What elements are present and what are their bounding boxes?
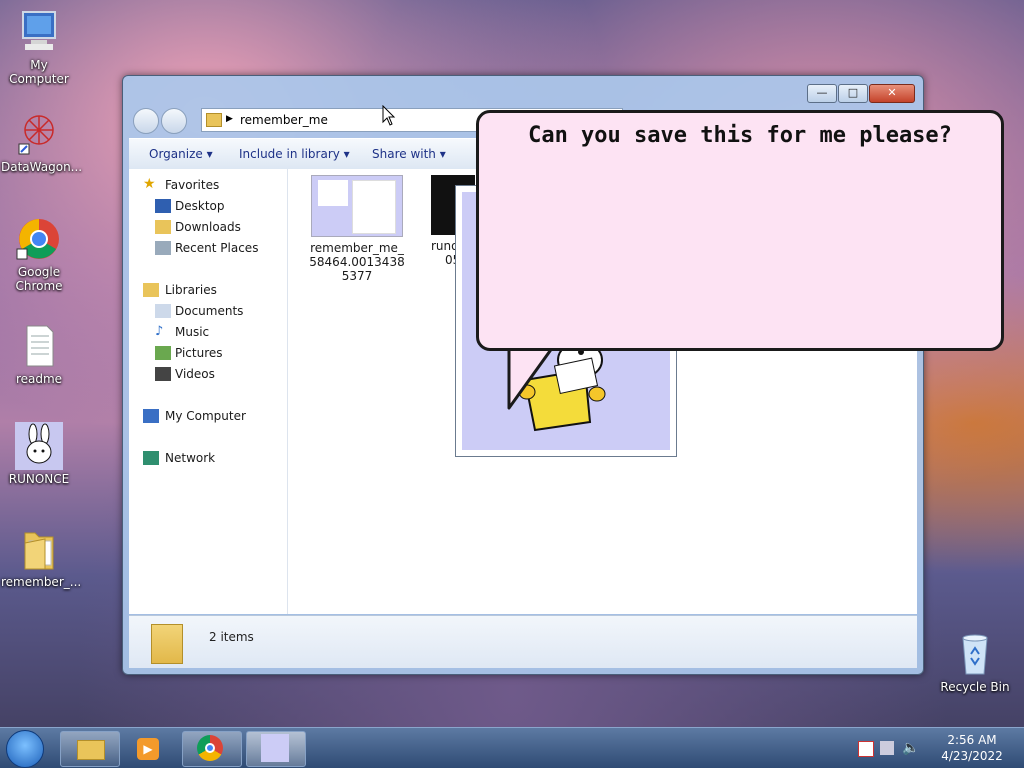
desktop-icon (155, 199, 171, 213)
image-thumbnail-icon (311, 175, 403, 237)
maximize-button[interactable]: □ (838, 84, 868, 103)
taskbar-media-player-button[interactable]: ▶ (120, 731, 180, 767)
address-text: remember_me (240, 113, 328, 127)
desktop-icon-label: readme (15, 372, 63, 386)
datawagon-icon (15, 110, 63, 158)
speech-bubble-text: Can you save this for me please? (528, 123, 952, 148)
computer-icon (15, 8, 63, 56)
documents-icon (155, 304, 171, 318)
star-icon: ★ (143, 176, 156, 192)
close-button[interactable]: ✕ (869, 84, 915, 103)
bunny-icon (15, 422, 63, 470)
share-with-button[interactable]: Share with ▾ (372, 147, 446, 161)
navigation-pane: ★ Favorites Desktop Downloads Recent Pla… (129, 169, 288, 614)
libraries-icon (143, 283, 159, 297)
action-center-icon[interactable] (858, 741, 874, 757)
minimize-button[interactable]: — (807, 84, 837, 103)
taskbar-explorer-button[interactable] (60, 731, 120, 767)
desktop-icon-runonce[interactable]: RUNONCE (1, 422, 77, 486)
back-button[interactable] (133, 108, 159, 134)
desktop-icon-label: My Computer (9, 58, 69, 86)
item-count: 2 items (209, 630, 254, 644)
folder-large-icon (151, 624, 183, 664)
computer-small-icon (143, 409, 159, 423)
pictures-icon (155, 346, 171, 360)
organize-button[interactable]: Organize ▾ (149, 147, 213, 161)
nav-downloads[interactable]: Downloads (175, 220, 241, 234)
folder-icon (77, 740, 105, 760)
nav-recent-places[interactable]: Recent Places (175, 241, 258, 255)
bunny-icon (261, 734, 289, 762)
mouse-cursor-icon (382, 104, 396, 130)
desktop-icon-datawagon[interactable]: DataWagon... (1, 110, 83, 174)
taskbar-chrome-button[interactable] (182, 731, 242, 767)
forward-button[interactable] (161, 108, 187, 134)
breadcrumb-chevron-icon: ▶ (226, 114, 233, 124)
clock-time[interactable]: 2:56 AM (936, 733, 1008, 747)
include-in-library-button[interactable]: Include in library ▾ (239, 147, 350, 161)
nav-videos[interactable]: Videos (175, 367, 215, 381)
nav-my-computer[interactable]: My Computer (165, 409, 246, 423)
taskbar-runonce-button[interactable] (246, 731, 306, 767)
desktop-icon-google-chrome[interactable]: Google Chrome (1, 215, 77, 293)
network-tray-icon[interactable] (880, 741, 894, 755)
desktop-icon-remember-me[interactable]: remember_... (1, 525, 82, 589)
music-icon: ♪ (155, 324, 164, 339)
folder-small-icon (206, 113, 222, 127)
nav-documents[interactable]: Documents (175, 304, 243, 318)
text-document-icon (15, 322, 63, 370)
nav-music[interactable]: Music (175, 325, 209, 339)
desktop-icon-recycle-bin[interactable]: Recycle Bin (937, 630, 1013, 694)
downloads-icon (155, 220, 171, 234)
file-item[interactable]: remember_me_58464.00134385377 (307, 175, 407, 283)
desktop-icon-label: RUNONCE (8, 472, 70, 486)
system-tray: 🔈 2:56 AM 4/23/2022 (854, 728, 1024, 768)
nav-libraries[interactable]: Libraries (165, 283, 217, 297)
videos-icon (155, 367, 171, 381)
chrome-icon (15, 215, 63, 263)
desktop-icon-label: Recycle Bin (940, 680, 1010, 694)
nav-favorites[interactable]: Favorites (165, 178, 219, 192)
recycle-bin-icon (951, 630, 999, 678)
desktop-icon-my-computer[interactable]: My Computer (1, 8, 77, 86)
file-name: remember_me_58464.00134385377 (309, 241, 405, 283)
network-icon (143, 451, 159, 465)
window-caption-buttons: — □ ✕ (806, 84, 915, 103)
volume-icon[interactable]: 🔈 (902, 740, 919, 756)
desktop-icon-label: Google Chrome (15, 265, 63, 293)
nav-desktop[interactable]: Desktop (175, 199, 225, 213)
clock-date[interactable]: 4/23/2022 (936, 749, 1008, 763)
chrome-icon (197, 735, 223, 761)
speech-bubble: Can you save this for me please? (476, 110, 1004, 351)
nav-network[interactable]: Network (165, 451, 215, 465)
taskbar: ▶ 🔈 2:56 AM 4/23/2022 (0, 727, 1024, 768)
details-pane: 2 items (129, 615, 917, 668)
desktop-icon-readme[interactable]: readme (1, 322, 77, 386)
desktop-icon-label: DataWagon... (1, 160, 83, 174)
folder-icon (15, 525, 63, 573)
nav-pictures[interactable]: Pictures (175, 346, 223, 360)
recent-places-icon (155, 241, 171, 255)
desktop-icon-label: remember_... (1, 575, 82, 589)
media-player-icon: ▶ (137, 738, 159, 760)
speech-bubble-tail (505, 342, 565, 415)
start-button[interactable] (6, 730, 44, 768)
